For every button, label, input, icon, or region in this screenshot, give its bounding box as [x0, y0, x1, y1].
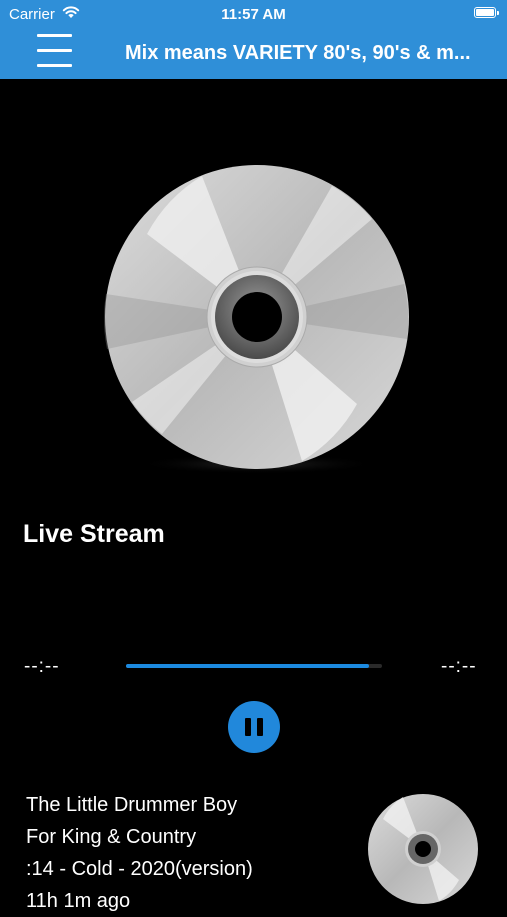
battery-icon: [474, 7, 499, 18]
played-ago: 11h 1m ago: [26, 890, 131, 912]
pause-button[interactable]: [228, 701, 280, 753]
now-playing-info: The Little Drummer Boy For King & Countr…: [26, 789, 253, 917]
page-title: Mix means VARIETY 80's, 90's & m...: [125, 42, 471, 64]
status-bar: Carrier 11:57 AM: [0, 0, 507, 28]
album-thumbnail: [366, 792, 480, 906]
clock: 11:57 AM: [221, 6, 286, 23]
song-title: The Little Drummer Boy: [26, 794, 238, 816]
song-details: :14 - Cold - 2020(version): [26, 858, 253, 880]
progress-track[interactable]: [126, 664, 382, 668]
elapsed-time: --:--: [24, 656, 60, 677]
pause-icon: [245, 718, 251, 736]
cd-artwork: [102, 164, 412, 474]
progress-fill: [126, 664, 370, 668]
navigation-bar: Carrier 11:57 AM Mix means VARIETY 80's,…: [0, 0, 507, 79]
cd-disc-icon: [103, 165, 409, 474]
artist-name: For King & Country: [26, 826, 197, 848]
stream-label: Live Stream: [23, 520, 165, 548]
cd-thumbnail-icon: [368, 794, 478, 904]
remaining-time: --:--: [441, 656, 477, 677]
hamburger-menu-icon[interactable]: [37, 34, 73, 68]
